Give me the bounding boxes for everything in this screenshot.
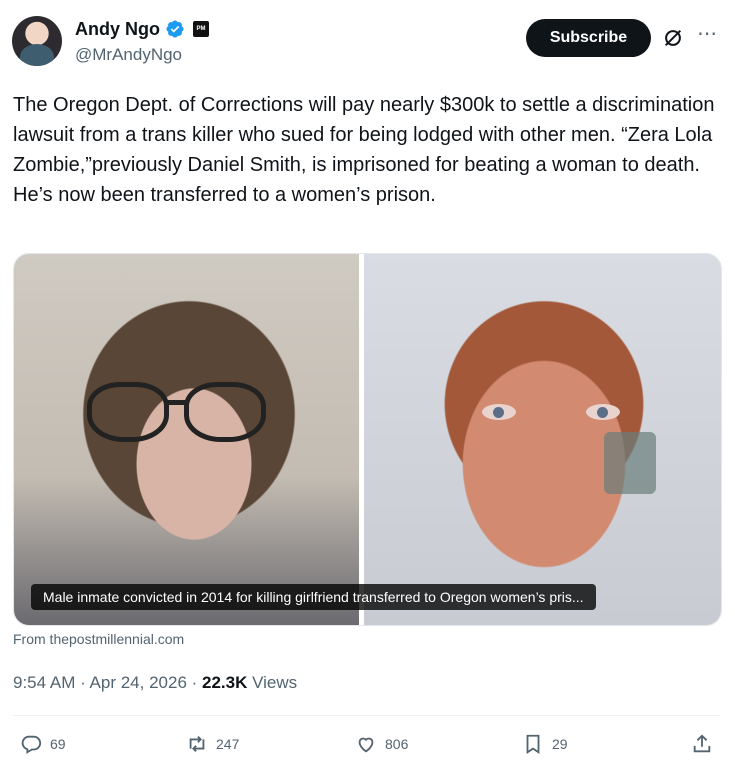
author-name-row[interactable]: Andy Ngo PM bbox=[75, 18, 209, 40]
tweet-text: The Oregon Dept. of Corrections will pay… bbox=[13, 94, 715, 206]
card-caption[interactable]: Male inmate convicted in 2014 for killin… bbox=[31, 584, 596, 610]
author-name[interactable]: Andy Ngo bbox=[75, 18, 160, 40]
link-card-media[interactable]: Male inmate convicted in 2014 for killin… bbox=[13, 253, 722, 626]
share-icon bbox=[693, 734, 711, 753]
card-image-left bbox=[14, 254, 359, 625]
share-button[interactable] bbox=[691, 733, 713, 755]
avatar[interactable] bbox=[12, 16, 62, 66]
divider-line bbox=[13, 715, 720, 716]
bookmark-button[interactable]: 29 bbox=[522, 733, 568, 755]
like-button[interactable]: 806 bbox=[355, 733, 408, 755]
action-bar: 69 247 806 29 bbox=[0, 733, 735, 761]
reply-count: 69 bbox=[50, 736, 66, 752]
reply-icon bbox=[21, 735, 42, 754]
repost-count: 247 bbox=[216, 736, 240, 752]
reply-button[interactable]: 69 bbox=[20, 733, 66, 755]
tweet-date[interactable]: Apr 24, 2026 bbox=[90, 673, 187, 692]
more-icon[interactable]: ⋯ bbox=[697, 24, 721, 48]
verified-badge-icon bbox=[166, 20, 184, 38]
bookmark-icon bbox=[526, 734, 540, 754]
repost-icon bbox=[189, 736, 205, 752]
tweet-time[interactable]: 9:54 AM bbox=[13, 673, 75, 692]
subscribe-button[interactable]: Subscribe bbox=[526, 19, 651, 57]
card-source[interactable]: From thepostmillennial.com bbox=[13, 631, 184, 647]
affiliate-badge-icon[interactable]: PM bbox=[193, 21, 209, 37]
like-count: 806 bbox=[385, 736, 409, 752]
bookmark-count: 29 bbox=[552, 736, 568, 752]
tweet-meta: 9:54 AM · Apr 24, 2026 · 22.3K Views bbox=[13, 673, 298, 692]
views-count: 22.3K bbox=[202, 673, 248, 692]
author-handle[interactable]: @MrAndyNgo bbox=[75, 45, 182, 65]
card-image-right bbox=[364, 254, 721, 625]
grok-icon[interactable] bbox=[662, 27, 684, 49]
heart-icon bbox=[358, 737, 374, 753]
views-label: Views bbox=[252, 673, 298, 692]
repost-button[interactable]: 247 bbox=[186, 733, 239, 755]
